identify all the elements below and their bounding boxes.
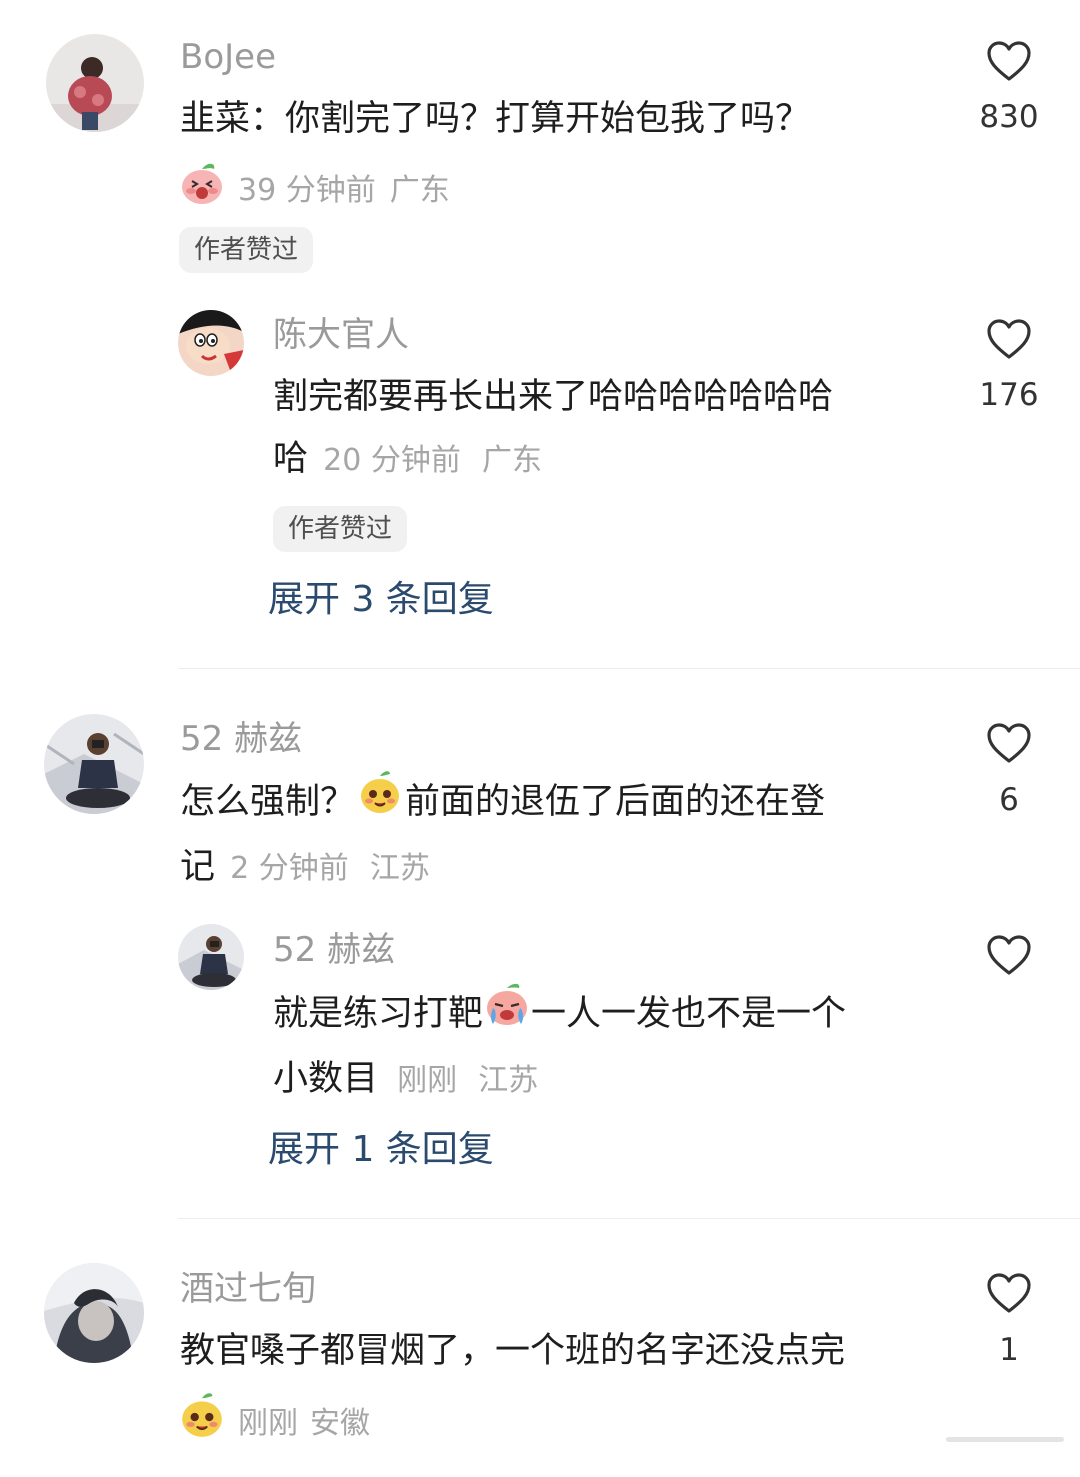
comment-time: 2 分钟前 [230,851,349,886]
peach-laugh-emoji [178,161,226,220]
reply-text-part2: 一人一发也不是一个 [531,994,847,1034]
comment-username[interactable]: BoJee [180,37,276,77]
divider [178,668,1080,669]
pear-smile-emoji [357,770,403,836]
reply-time: 20 分钟前 [323,443,461,478]
comment-text: 韭菜：你割完了吗？打算开始包我了吗？ [180,99,811,139]
comment-meta: 39 分钟前 广东 [178,161,450,220]
peach-cry-emoji [483,982,531,1048]
reply-username[interactable]: 52 赫兹 [273,930,395,970]
comment-text-part1: 怎么强制？ [180,782,356,822]
avatar[interactable] [46,34,144,132]
author-liked-badge: 作者赞过 [273,506,408,552]
comment-location: 江苏 [369,851,430,886]
reply-location: 广东 [482,443,543,478]
like-count: 830 [979,99,1039,135]
comment-time: 刚刚 [238,1405,298,1441]
like-count: 176 [979,377,1039,413]
comment-meta: 刚刚 安徽 [178,1392,370,1455]
pear-smile-emoji [178,1392,226,1455]
avatar[interactable] [44,1263,144,1363]
like-count: 1 [999,1332,1019,1368]
avatar[interactable] [178,924,244,990]
avatar[interactable] [44,714,144,814]
comment-text-line2: 记 [180,847,216,887]
avatar[interactable] [178,310,244,376]
scrollbar[interactable] [946,1437,1064,1442]
comment-text: 怎么强制？ 前面的退伍了后面的还在登 记 2 分钟前 江苏 [180,770,940,900]
reply-text: 就是练习打靶 一人一发也不是一个 小数目 刚刚 江苏 [273,982,943,1112]
heart-outline-icon[interactable] [986,1272,1032,1314]
reply-username[interactable]: 陈大官人 [273,315,409,355]
reply-location: 江苏 [478,1063,539,1098]
reply-text-line2: 小数目 [273,1059,379,1099]
comment-username[interactable]: 酒过七旬 [180,1269,316,1309]
comment-text-part2: 前面的退伍了后面的还在登 [405,782,826,822]
heart-outline-icon[interactable] [986,722,1032,764]
reply-time: 刚刚 [397,1063,458,1098]
reply-text-part1: 就是练习打靶 [273,994,484,1034]
comment-location: 安徽 [310,1405,370,1441]
heart-outline-icon[interactable] [986,40,1032,82]
expand-replies-button[interactable]: 展开 1 条回复 [268,1128,494,1172]
like-count: 6 [999,782,1019,818]
heart-outline-icon[interactable] [986,934,1032,976]
reply-text-line1: 割完都要再长出来了哈哈哈哈哈哈哈 [273,377,834,417]
comment-text: 教官嗓子都冒烟了，一个班的名字还没点完 [180,1331,846,1371]
divider [178,1218,1080,1219]
expand-replies-button[interactable]: 展开 3 条回复 [268,578,494,622]
reply-text: 割完都要再长出来了哈哈哈哈哈哈哈 哈 20 分钟前 广东 [273,366,933,492]
comment-location: 广东 [389,172,450,208]
heart-outline-icon[interactable] [986,318,1032,360]
author-liked-badge: 作者赞过 [179,227,314,273]
comment-username[interactable]: 52 赫兹 [180,719,302,759]
reply-text-line2: 哈 [273,439,309,479]
comment-time: 39 分钟前 [238,172,376,208]
